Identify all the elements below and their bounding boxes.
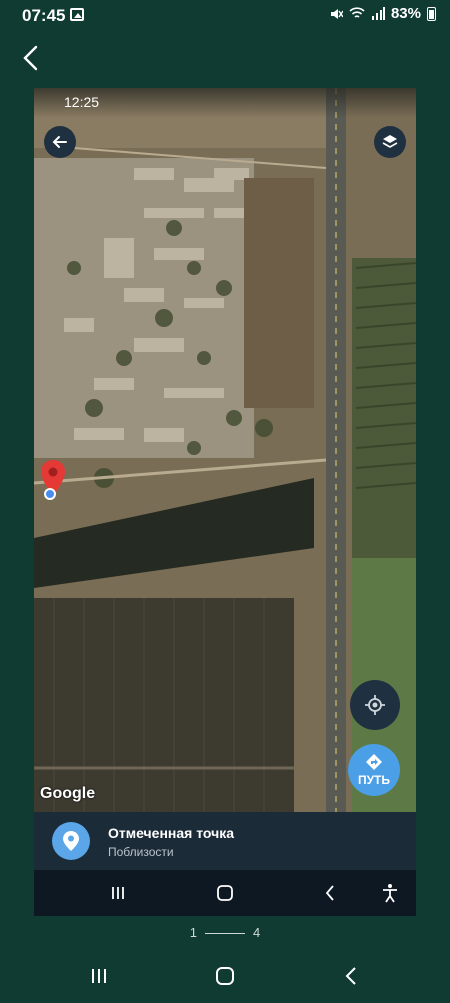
home-icon[interactable]	[215, 966, 235, 991]
recents-icon[interactable]	[90, 967, 108, 990]
back-button[interactable]	[18, 42, 46, 74]
current-location-dot	[44, 488, 56, 500]
directions-label: ПУТЬ	[357, 773, 391, 787]
status-bar: 07:45 83%	[0, 0, 450, 32]
my-location-icon	[365, 695, 385, 715]
my-location-button[interactable]	[350, 680, 400, 730]
satellite-map[interactable]: 12:25 ПУТЬ Google	[34, 88, 416, 812]
status-right: 83%	[329, 5, 436, 22]
directions-icon	[366, 754, 382, 770]
page-current: 1	[189, 925, 197, 940]
place-title: Отмеченная точка	[108, 825, 235, 841]
page-indicator: 14	[0, 925, 450, 940]
directions-button[interactable]: ПУТЬ	[348, 744, 400, 796]
system-nav-bar	[0, 955, 450, 1003]
screenshot-frame: 12:25 ПУТЬ Google Отмеченная точка Побли…	[34, 88, 416, 916]
layers-button[interactable]	[374, 126, 406, 158]
home-icon[interactable]	[213, 882, 237, 904]
map-back-button[interactable]	[44, 126, 76, 158]
gallery-icon	[70, 8, 84, 21]
back-icon	[23, 45, 38, 71]
inner-nav-bar	[34, 870, 416, 916]
back-icon[interactable]	[344, 966, 358, 991]
layers-icon	[382, 135, 398, 148]
place-info-panel[interactable]: Отмеченная точка Поблизости	[34, 812, 416, 870]
page-divider	[205, 933, 245, 935]
place-icon	[52, 822, 90, 860]
battery-percent: 83%	[390, 5, 421, 22]
signal-icon	[371, 7, 385, 20]
place-subtitle: Поблизости	[108, 845, 174, 859]
back-icon	[52, 136, 67, 148]
map-pin-icon	[63, 831, 79, 851]
back-icon[interactable]	[318, 882, 342, 904]
google-watermark: Google	[40, 785, 96, 802]
inner-status-time: 12:25	[64, 94, 100, 110]
accessibility-icon[interactable]	[378, 882, 402, 904]
wifi-icon	[349, 7, 365, 18]
status-time: 07:45	[22, 6, 66, 25]
recents-icon[interactable]	[106, 882, 130, 904]
battery-icon	[427, 6, 436, 21]
mute-icon	[330, 8, 343, 19]
page-total: 4	[253, 925, 261, 940]
